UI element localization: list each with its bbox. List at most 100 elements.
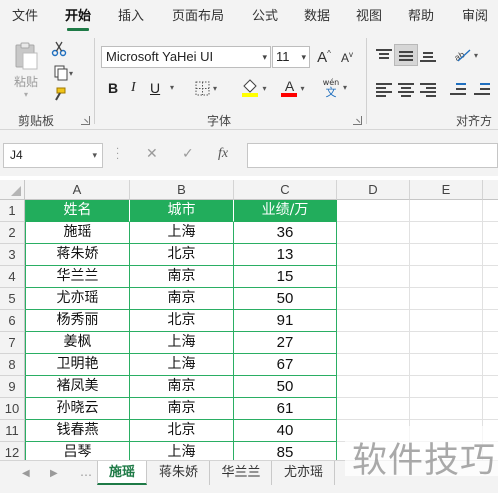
table-cell[interactable]: 南京 xyxy=(130,398,234,420)
empty-cell[interactable] xyxy=(337,222,410,244)
empty-cell[interactable] xyxy=(410,332,483,354)
sheet-tab[interactable]: 尤亦瑶 xyxy=(273,461,335,485)
empty-cell[interactable] xyxy=(483,244,498,266)
fill-color-button[interactable]: ▾ xyxy=(237,77,271,99)
insert-function-button[interactable]: fx xyxy=(218,146,228,162)
align-left-icon[interactable] xyxy=(376,82,394,97)
table-cell[interactable]: 南京 xyxy=(130,266,234,288)
orientation-button[interactable]: ab ▾ xyxy=(449,44,483,66)
table-cell[interactable]: 67 xyxy=(234,354,337,376)
table-cell[interactable]: 褚凤美 xyxy=(25,376,130,398)
empty-cell[interactable] xyxy=(337,288,410,310)
cancel-icon[interactable]: ✕ xyxy=(146,146,158,162)
font-color-button[interactable]: A ▾ xyxy=(276,77,310,99)
table-cell[interactable]: 50 xyxy=(234,376,337,398)
table-cell[interactable]: 上海 xyxy=(130,332,234,354)
row-header[interactable]: 1 xyxy=(0,200,25,222)
column-header[interactable]: B xyxy=(130,180,234,200)
column-header[interactable]: A xyxy=(25,180,130,200)
table-cell[interactable]: 南京 xyxy=(130,376,234,398)
empty-cell[interactable] xyxy=(483,266,498,288)
menu-tab-2[interactable]: 插入 xyxy=(116,0,146,34)
empty-cell[interactable] xyxy=(410,376,483,398)
phonetic-guide-button[interactable]: wén 文 xyxy=(320,76,342,100)
table-cell[interactable]: 杨秀丽 xyxy=(25,310,130,332)
menu-tab-4[interactable]: 公式 xyxy=(250,0,280,34)
table-cell[interactable]: 卫明艳 xyxy=(25,354,130,376)
empty-cell[interactable] xyxy=(483,376,498,398)
column-header-overflow[interactable] xyxy=(483,180,498,200)
empty-cell[interactable] xyxy=(337,200,410,222)
empty-cell[interactable] xyxy=(410,222,483,244)
table-header-cell[interactable]: 城市 xyxy=(130,200,234,222)
empty-cell[interactable] xyxy=(337,244,410,266)
table-cell[interactable]: 61 xyxy=(234,398,337,420)
worksheet-grid[interactable]: A B C D E 1 姓名 城市 业绩/万 2 施瑶 上海 36 3 蒋朱娇 北京 13 4 华兰兰 南京 15 5 尤亦… xyxy=(0,180,498,460)
table-cell[interactable]: 姜枫 xyxy=(25,332,130,354)
menu-tab-3[interactable]: 页面布局 xyxy=(170,0,226,34)
sheet-tab[interactable]: 施瑶 xyxy=(97,461,147,485)
table-cell[interactable]: 施瑶 xyxy=(25,222,130,244)
empty-cell[interactable] xyxy=(337,376,410,398)
phonetic-dropdown-icon[interactable]: ▾ xyxy=(343,83,347,92)
sheet-overflow-icon[interactable]: … xyxy=(80,465,92,479)
increase-font-button[interactable]: A^ xyxy=(314,46,334,68)
empty-cell[interactable] xyxy=(410,354,483,376)
table-cell[interactable]: 华兰兰 xyxy=(25,266,130,288)
row-header[interactable]: 9 xyxy=(0,376,25,398)
empty-cell[interactable] xyxy=(410,288,483,310)
empty-cell[interactable] xyxy=(410,310,483,332)
empty-cell[interactable] xyxy=(410,200,483,222)
column-header[interactable]: D xyxy=(337,180,410,200)
table-cell[interactable]: 27 xyxy=(234,332,337,354)
row-header[interactable]: 12 xyxy=(0,442,25,460)
font-launcher-icon[interactable] xyxy=(353,116,362,125)
empty-cell[interactable] xyxy=(337,354,410,376)
row-header[interactable]: 4 xyxy=(0,266,25,288)
table-cell[interactable]: 尤亦瑶 xyxy=(25,288,130,310)
empty-cell[interactable] xyxy=(337,398,410,420)
table-cell[interactable]: 15 xyxy=(234,266,337,288)
decrease-font-button[interactable]: Av xyxy=(337,46,357,68)
row-header[interactable]: 8 xyxy=(0,354,25,376)
row-header[interactable]: 11 xyxy=(0,420,25,442)
column-header[interactable]: C xyxy=(234,180,337,200)
menu-tab-8[interactable]: 审阅 xyxy=(460,0,490,34)
table-cell[interactable]: 91 xyxy=(234,310,337,332)
table-cell[interactable]: 北京 xyxy=(130,310,234,332)
enter-check-icon[interactable]: ✓ xyxy=(182,146,194,162)
empty-cell[interactable] xyxy=(483,354,498,376)
table-cell[interactable]: 孙晓云 xyxy=(25,398,130,420)
table-cell[interactable]: 50 xyxy=(234,288,337,310)
clipboard-launcher-icon[interactable] xyxy=(81,116,90,125)
table-cell[interactable]: 上海 xyxy=(130,222,234,244)
borders-button[interactable]: ▾ xyxy=(191,78,221,98)
table-header-cell[interactable]: 姓名 xyxy=(25,200,130,222)
empty-cell[interactable] xyxy=(483,200,498,222)
paste-button[interactable]: 粘贴 ▾ xyxy=(8,40,44,100)
font-size-select[interactable]: 11 ▾ xyxy=(272,46,310,68)
sheet-tab[interactable]: 蒋朱娇 xyxy=(148,461,210,485)
formula-input[interactable] xyxy=(247,143,498,168)
menu-tab-6[interactable]: 视图 xyxy=(354,0,384,34)
row-header[interactable]: 6 xyxy=(0,310,25,332)
underline-dropdown-icon[interactable]: ▾ xyxy=(170,83,174,92)
align-top-icon[interactable] xyxy=(376,48,394,62)
splitter-dots-icon[interactable]: · · · xyxy=(116,145,119,165)
align-bottom-icon[interactable] xyxy=(420,48,438,62)
align-right-icon[interactable] xyxy=(420,82,438,97)
empty-cell[interactable] xyxy=(483,310,498,332)
decrease-indent-icon[interactable] xyxy=(450,82,468,96)
row-header[interactable]: 5 xyxy=(0,288,25,310)
menu-tab-1[interactable]: 开始 xyxy=(63,0,93,34)
format-painter-button[interactable] xyxy=(50,86,68,104)
align-center-icon[interactable] xyxy=(398,82,416,97)
empty-cell[interactable] xyxy=(337,266,410,288)
table-cell[interactable]: 北京 xyxy=(130,420,234,442)
menu-tab-0[interactable]: 文件 xyxy=(10,0,40,34)
name-box[interactable]: J4 ▾ xyxy=(3,143,103,168)
row-header[interactable]: 3 xyxy=(0,244,25,266)
table-cell[interactable]: 钱春燕 xyxy=(25,420,130,442)
empty-cell[interactable] xyxy=(410,266,483,288)
table-cell[interactable]: 13 xyxy=(234,244,337,266)
